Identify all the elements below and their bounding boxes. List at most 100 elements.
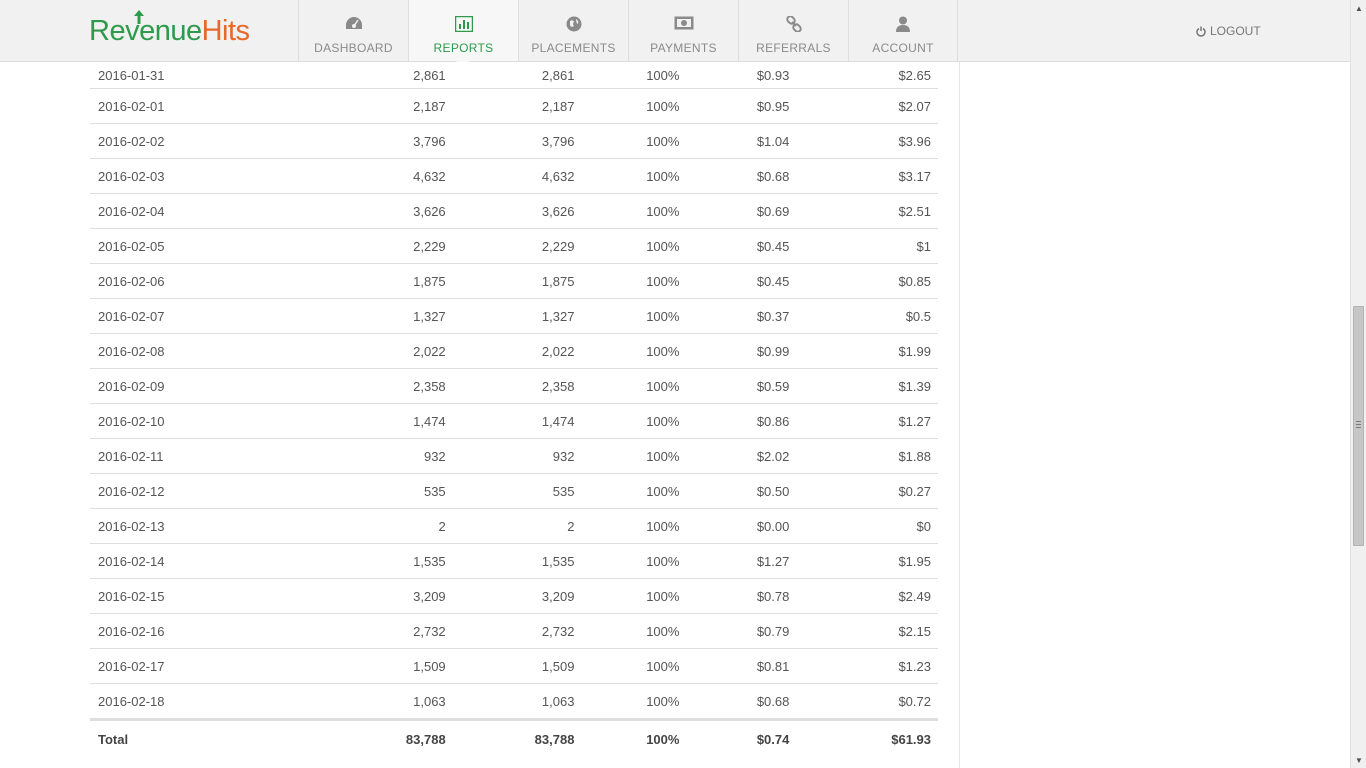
table-row: 2016-02-10 1,474 1,474 100% $0.86 $1.27 — [90, 403, 938, 439]
cell-paid-impressions: 2,732 — [445, 613, 575, 649]
cell-paid-impressions: 1,063 — [445, 683, 575, 720]
cell-impressions: 3,626 — [296, 193, 446, 229]
cell-ecpm: $1.27 — [679, 543, 790, 579]
nav-payments[interactable]: PAYMENTS — [628, 0, 738, 61]
cell-impressions: 2,229 — [296, 228, 446, 264]
cell-fill-rate: 100% — [574, 403, 680, 439]
cell-fill-rate: 100% — [574, 298, 680, 334]
cell-ecpm: $0.50 — [679, 473, 790, 509]
cell-paid-impressions: 1,509 — [445, 648, 575, 684]
cell-ecpm: $2.02 — [679, 438, 790, 474]
cell-date: 2016-02-18 — [90, 683, 297, 720]
cell-fill-rate: 100% — [574, 228, 680, 264]
nav-referrals[interactable]: REFERRALS — [738, 0, 848, 61]
cell-ecpm: $0.00 — [679, 508, 790, 544]
table-row: 2016-02-05 2,229 2,229 100% $0.45 $1 — [90, 228, 938, 264]
cell-revenue: $1.27 — [789, 403, 938, 439]
speedometer-icon — [299, 16, 408, 34]
total-paid-impressions: 83,788 — [445, 718, 575, 757]
cell-revenue: $1.88 — [789, 438, 938, 474]
cell-revenue: $2.49 — [789, 578, 938, 614]
cell-ecpm: $0.45 — [679, 263, 790, 299]
cell-impressions: 2 — [296, 508, 446, 544]
table-row: 2016-02-08 2,022 2,022 100% $0.99 $1.99 — [90, 333, 938, 369]
table-row: 2016-02-01 2,187 2,187 100% $0.95 $2.07 — [90, 88, 938, 124]
cell-date: 2016-02-14 — [90, 543, 297, 579]
cell-date: 2016-02-10 — [90, 403, 297, 439]
cell-impressions: 1,509 — [296, 648, 446, 684]
cell-ecpm: $0.68 — [679, 683, 790, 720]
cell-revenue: $0.5 — [789, 298, 938, 334]
cell-impressions: 2,861 — [296, 62, 446, 89]
cell-revenue: $2.07 — [789, 88, 938, 124]
cell-impressions: 2,732 — [296, 613, 446, 649]
cell-date: 2016-02-04 — [90, 193, 297, 229]
daily-report-table: 2016-01-31 2,861 2,861 100% $0.93 $2.65 2016-0… — [90, 62, 938, 757]
cell-date: 2016-02-05 — [90, 228, 297, 264]
table-row: 2016-02-17 1,509 1,509 100% $0.81 $1.23 — [90, 648, 938, 684]
cell-revenue: $1.39 — [789, 368, 938, 404]
scroll-thumb[interactable] — [1353, 306, 1364, 546]
revenuehits-logo[interactable]: RevenueHits — [89, 10, 250, 48]
cell-impressions: 1,535 — [296, 543, 446, 579]
nav-referrals-label: REFERRALS — [756, 41, 831, 55]
cell-paid-impressions: 2,187 — [445, 88, 575, 124]
scroll-up-arrow-icon[interactable]: ▲ — [1351, 0, 1366, 16]
cell-fill-rate: 100% — [574, 333, 680, 369]
vertical-scrollbar[interactable]: ▲ ▼ — [1350, 0, 1366, 768]
nav-account[interactable]: ACCOUNT — [848, 0, 958, 61]
total-revenue: $61.93 — [789, 718, 938, 757]
logout-button[interactable]: LOGOUT — [1196, 24, 1261, 38]
cell-paid-impressions: 2,861 — [445, 62, 575, 89]
nav-placements[interactable]: PLACEMENTS — [518, 0, 628, 61]
cell-date: 2016-02-02 — [90, 123, 297, 159]
cell-ecpm: $0.78 — [679, 578, 790, 614]
cell-impressions: 1,327 — [296, 298, 446, 334]
total-impressions: 83,788 — [296, 718, 446, 757]
cell-revenue: $1 — [789, 228, 938, 264]
nav-reports[interactable]: REPORTS — [408, 0, 518, 68]
nav-account-label: ACCOUNT — [872, 41, 934, 55]
cell-fill-rate: 100% — [574, 263, 680, 299]
table-row: 2016-02-15 3,209 3,209 100% $0.78 $2.49 — [90, 578, 938, 614]
cell-date: 2016-02-12 — [90, 473, 297, 509]
cell-revenue: $3.17 — [789, 158, 938, 194]
cell-ecpm: $1.04 — [679, 123, 790, 159]
table-row: 2016-02-09 2,358 2,358 100% $0.59 $1.39 — [90, 368, 938, 404]
cell-paid-impressions: 2,022 — [445, 333, 575, 369]
table-row: 2016-02-03 4,632 4,632 100% $0.68 $3.17 — [90, 158, 938, 194]
cell-fill-rate: 100% — [574, 88, 680, 124]
report-panel: 2016-01-31 2,861 2,861 100% $0.93 $2.65 2016-0… — [0, 62, 960, 768]
cell-fill-rate: 100% — [574, 578, 680, 614]
cell-ecpm: $0.99 — [679, 333, 790, 369]
cell-ecpm: $0.68 — [679, 158, 790, 194]
cell-revenue: $0 — [789, 508, 938, 544]
table-row: 2016-02-14 1,535 1,535 100% $1.27 $1.95 — [90, 543, 938, 579]
power-icon — [1196, 26, 1206, 37]
cell-paid-impressions: 1,327 — [445, 298, 575, 334]
nav-dashboard[interactable]: DASHBOARD — [298, 0, 408, 61]
cell-revenue: $1.23 — [789, 648, 938, 684]
cell-revenue: $1.99 — [789, 333, 938, 369]
logo-text-enue: enue — [139, 15, 202, 47]
user-icon — [849, 16, 957, 34]
total-fill-rate: 100% — [574, 718, 680, 757]
table-row: 2016-02-13 2 2 100% $0.00 $0 — [90, 508, 938, 544]
cell-ecpm: $0.69 — [679, 193, 790, 229]
table-row: 2016-02-18 1,063 1,063 100% $0.68 $0.72 — [90, 683, 938, 720]
cell-paid-impressions: 1,535 — [445, 543, 575, 579]
cell-impressions: 535 — [296, 473, 446, 509]
cell-revenue: $3.96 — [789, 123, 938, 159]
cell-revenue: $1.95 — [789, 543, 938, 579]
cell-date: 2016-02-17 — [90, 648, 297, 684]
cell-impressions: 1,875 — [296, 263, 446, 299]
scroll-grip-icon — [1356, 421, 1361, 428]
table-row: 2016-02-06 1,875 1,875 100% $0.45 $0.85 — [90, 263, 938, 299]
cell-ecpm: $0.93 — [679, 62, 790, 89]
scroll-down-arrow-icon[interactable]: ▼ — [1351, 752, 1366, 768]
cell-fill-rate: 100% — [574, 648, 680, 684]
cell-paid-impressions: 3,626 — [445, 193, 575, 229]
cell-paid-impressions: 535 — [445, 473, 575, 509]
cell-date: 2016-01-31 — [90, 62, 297, 89]
cell-ecpm: $0.81 — [679, 648, 790, 684]
